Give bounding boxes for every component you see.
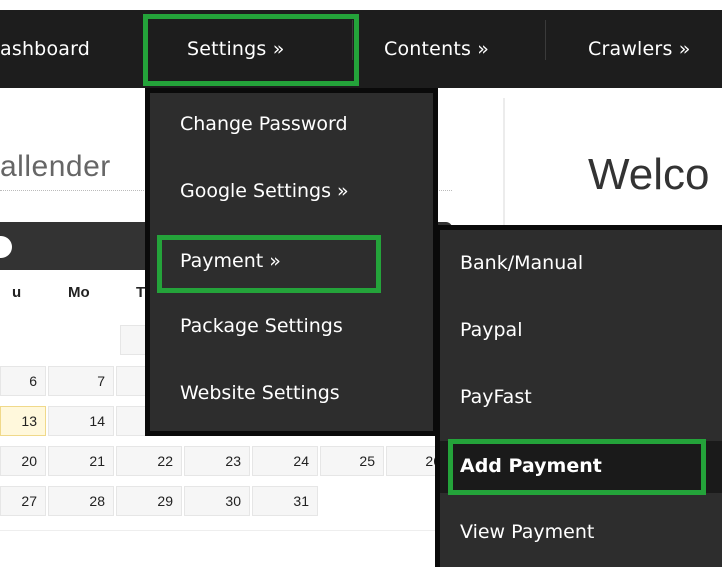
welcome-heading: Welco	[588, 150, 710, 199]
day-cell[interactable]: 6	[0, 366, 46, 396]
day-cell[interactable]: 31	[252, 486, 318, 516]
nav-separator	[143, 20, 144, 60]
settings-dropdown: Change Password Google Settings » Paymen…	[150, 93, 433, 431]
submenu-item-label: Add Payment	[460, 455, 602, 477]
menu-item-label: Change Password	[180, 113, 348, 135]
day-cell[interactable]: 14	[48, 406, 114, 436]
submenu-item-view-payment[interactable]: View Payment	[440, 521, 722, 561]
menu-item-payment[interactable]: Payment »	[150, 246, 433, 286]
nav-separator	[352, 20, 353, 60]
menu-item-label: Package Settings	[180, 315, 343, 337]
submenu-item-bank-manual[interactable]: Bank/Manual	[440, 252, 722, 292]
day-cell[interactable]: 22	[116, 446, 182, 476]
nav-contents[interactable]: Contents »	[384, 10, 489, 88]
menu-item-change-password[interactable]: Change Password	[150, 113, 433, 153]
nav-crawlers[interactable]: Crawlers »	[588, 10, 691, 88]
menu-item-google-settings[interactable]: Google Settings »	[150, 180, 433, 220]
weekday-mo: Mo	[68, 284, 90, 301]
weekday-tu: T	[136, 284, 146, 301]
submenu-item-label: Bank/Manual	[460, 252, 584, 274]
submenu-item-add-payment[interactable]: Add Payment	[440, 441, 722, 493]
day-cell[interactable]: 29	[116, 486, 182, 516]
day-cell[interactable]	[116, 406, 150, 436]
day-cell[interactable]: 27	[0, 486, 46, 516]
day-cell[interactable]: 24	[252, 446, 318, 476]
nav-dashboard[interactable]: ashboard	[0, 10, 90, 88]
nav-separator	[545, 20, 546, 60]
main-nav: ashboard Settings » Contents » Crawlers …	[0, 10, 722, 88]
day-cell[interactable]: 28	[48, 486, 114, 516]
menu-item-label: Google Settings »	[180, 180, 349, 202]
submenu-item-label: PayFast	[460, 386, 532, 408]
menu-item-package-settings[interactable]: Package Settings	[150, 315, 433, 355]
day-cell[interactable]: 7	[48, 366, 114, 396]
day-cell[interactable]: 21	[48, 446, 114, 476]
day-cell[interactable]: 30	[184, 486, 250, 516]
nav-settings[interactable]: Settings »	[187, 10, 285, 88]
payment-submenu: Bank/Manual Paypal PayFast Add Payment V…	[440, 230, 722, 567]
calendar-bottom-border	[0, 530, 452, 531]
day-cell-today[interactable]: 13	[0, 406, 46, 436]
menu-item-website-settings[interactable]: Website Settings	[150, 382, 433, 422]
day-cell[interactable]: 25	[320, 446, 384, 476]
calendar-title: allender	[0, 150, 111, 183]
menu-item-label: Website Settings	[180, 382, 340, 404]
day-cell[interactable]	[116, 366, 150, 396]
day-empty	[120, 325, 154, 355]
submenu-item-label: View Payment	[460, 521, 595, 543]
submenu-item-label: Paypal	[460, 319, 523, 341]
weekday-su: u	[12, 284, 22, 301]
day-cell[interactable]: 23	[184, 446, 250, 476]
submenu-item-payfast[interactable]: PayFast	[440, 386, 722, 426]
submenu-item-paypal[interactable]: Paypal	[440, 319, 722, 359]
menu-item-label: Payment »	[180, 250, 281, 272]
day-cell[interactable]: 20	[0, 446, 46, 476]
